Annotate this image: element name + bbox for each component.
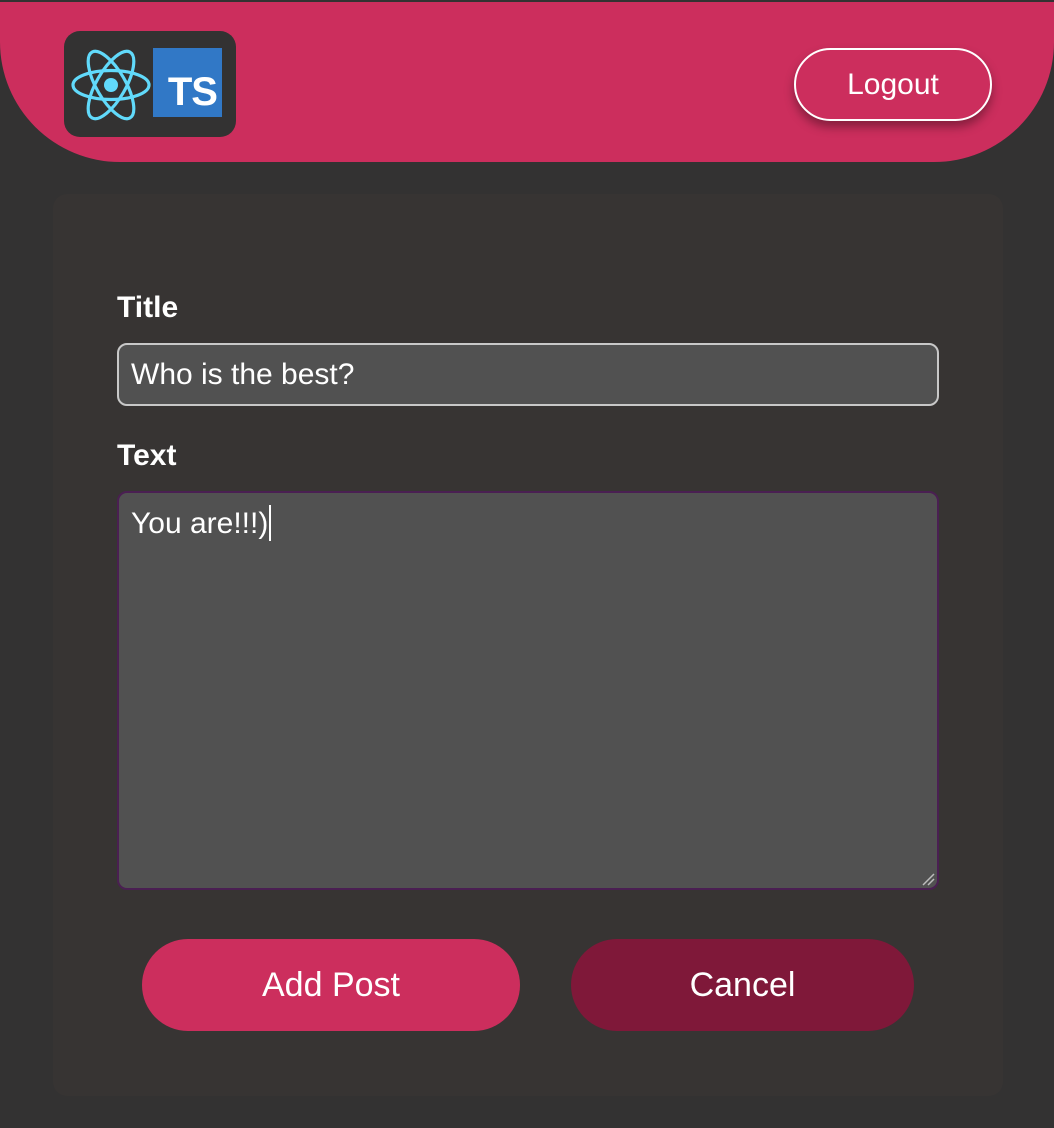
title-label: Title: [117, 291, 179, 324]
typescript-icon: TS: [153, 48, 222, 117]
title-input[interactable]: Who is the best?: [117, 343, 939, 406]
text-label: Text: [117, 439, 177, 472]
app-logo[interactable]: TS: [64, 31, 236, 137]
text-textarea-value: You are!!!): [131, 507, 269, 540]
resize-handle-icon[interactable]: [921, 872, 935, 886]
text-caret: [269, 505, 272, 541]
add-post-form: Title Who is the best? Text You are!!!) …: [53, 194, 1003, 1096]
ts-icon-label: TS: [167, 70, 218, 114]
cancel-button[interactable]: Cancel: [571, 939, 914, 1031]
text-textarea[interactable]: You are!!!): [117, 491, 939, 890]
app-header: TS Logout: [0, 2, 1054, 162]
title-input-value: Who is the best?: [131, 357, 355, 391]
react-icon: [71, 49, 151, 121]
add-post-button[interactable]: Add Post: [142, 939, 520, 1031]
logout-button[interactable]: Logout: [794, 48, 992, 121]
